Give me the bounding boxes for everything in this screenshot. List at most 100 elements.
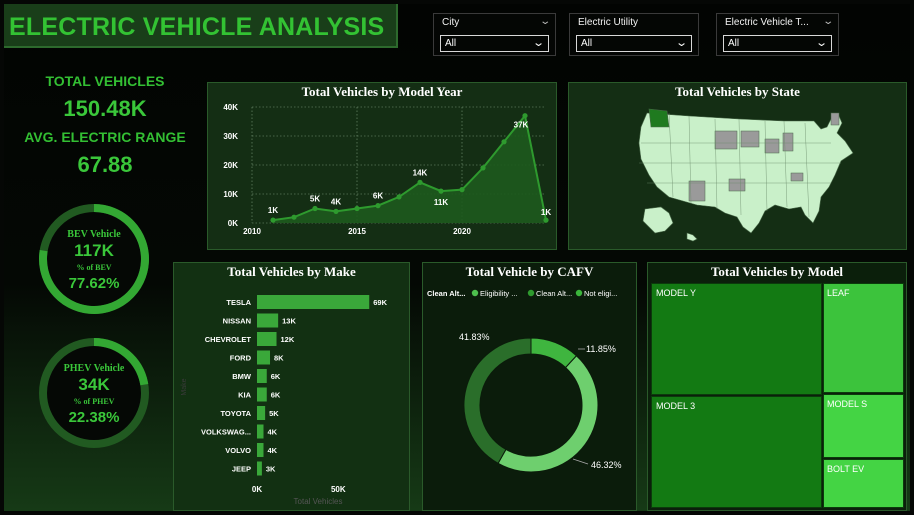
slice-label: 11.85% [586,344,616,354]
data-label: 4K [331,197,341,206]
data-point [417,179,423,185]
treemap-label-model-s: MODEL S [827,399,868,409]
chevron-down-icon[interactable]: ⌄ [675,36,688,49]
bar-category-label: KIA [238,391,252,400]
usa-map[interactable] [569,83,908,251]
map-gray-state [688,180,706,202]
treemap-tile-bolt-ev[interactable]: BOLT EV [823,459,904,508]
data-label: 37K [514,121,529,130]
state-map-panel[interactable]: Total Vehicles by State [568,82,907,250]
bar-value-label: 4K [268,428,278,437]
data-point [459,187,465,193]
chevron-down-icon[interactable]: ⌄ [815,36,828,49]
bev-pct-label: % of BEV [76,263,112,272]
bar-value-label: 12K [281,335,295,344]
legend-marker [575,289,583,297]
city-slicer-label: City [442,17,460,28]
city-slicer[interactable]: City ⌄ All ⌄ [433,13,556,56]
map-hawaii [686,232,698,242]
data-point [501,139,507,145]
map-gray-state [740,130,760,148]
legend-title: Clean Alt... [427,289,465,298]
bar-value-label: 13K [282,317,296,326]
bar-value-label: 6K [271,372,281,381]
chevron-down-icon[interactable]: ⌄ [532,36,545,49]
treemap-tile-model-y[interactable]: MODEL Y [651,283,822,395]
slice-label: 46.32% [591,460,622,470]
model-treemap-panel[interactable]: Total Vehicles by Model MODEL Y MODEL 3 … [647,262,907,511]
model-treemap-title: Total Vehicles by Model [710,264,844,279]
x-tick-label: 50K [331,485,346,494]
data-point [333,208,339,214]
model-year-chart: 0K 10K 20K 30K 40K 2010 2015 2020 1K 5K 4K 6K 14K 11K… [223,103,551,236]
ev-type-dropdown[interactable]: All ⌄ [723,35,832,52]
bar-category-label: VOLVO [225,446,251,455]
phev-ring-card[interactable]: PHEV Vehicle 34K % of PHEV 22.38% [36,335,152,451]
y-tick-label: 40K [223,103,238,112]
treemap-label-model-y: MODEL Y [656,288,697,298]
label-leader [572,458,589,465]
cafv-chart-panel[interactable]: Total Vehicle by CAFV Clean Alt... Eligib… [422,262,637,511]
data-point [312,205,318,212]
bar-category-label: NISSAN [223,317,251,326]
bar [257,369,267,383]
treemap-tile-leaf[interactable]: LEAF [823,283,904,393]
map-gray-state [728,178,746,192]
electric-utility-slicer[interactable]: Electric Utility All ⌄ [569,13,699,56]
bar-category-label: CHEVROLET [205,335,252,344]
make-chart-panel[interactable]: Total Vehicles by Make TESLA 69K NISSAN 13K… [173,262,410,511]
y-tick-label: 10K [223,190,238,199]
model-year-chart-panel[interactable]: Total Vehicles by Model Year 0K 10K 20K 30K… [207,82,557,250]
legend-marker [527,289,535,297]
treemap-tile-model-s[interactable]: MODEL S [823,394,904,458]
data-point [270,217,276,223]
data-point [438,188,444,194]
dashboard-title: ELECTRIC VEHICLE ANALYSIS [9,13,385,41]
x-tick-label: 0K [252,485,262,494]
bar [257,387,267,402]
bev-pct: 77.62% [68,275,120,292]
electric-utility-dropdown-value: All [581,38,593,49]
electric-utility-slicer-label: Electric Utility [578,17,639,28]
legend-marker [471,289,479,297]
chevron-down-icon[interactable]: ⌄ [822,16,834,27]
bev-ring-card[interactable]: BEV Vehicle 117K % of BEV 77.62% [36,201,152,317]
bar [257,332,277,346]
x-tick-label: 2010 [243,227,261,236]
data-point [396,194,402,200]
data-label: 6K [373,192,383,201]
city-dropdown[interactable]: All ⌄ [440,35,549,52]
bar-category-label: TOYOTA [220,409,251,418]
data-label: 14K [413,168,428,177]
ev-type-dropdown-value: All [728,38,740,49]
city-dropdown-value: All [445,38,457,49]
donut-slice [463,337,532,465]
bar-value-label: 69K [373,298,387,307]
bar [257,443,264,457]
bar [257,406,266,420]
bar [257,350,271,365]
avg-range-value: 67.88 [77,152,133,177]
y-tick-label: 30K [223,132,238,141]
map-gray-state [764,138,780,154]
treemap-label-leaf: LEAF [827,288,850,298]
donut-slice [530,337,578,369]
data-label: 5K [310,195,320,204]
map-gray-state [830,112,840,126]
ev-type-slicer[interactable]: Electric Vehicle T... ⌄ All ⌄ [716,13,839,56]
treemap-tile-model-3[interactable]: MODEL 3 [651,396,822,508]
data-label: 11K [434,198,448,207]
y-tick-label: 0K [228,219,238,228]
total-vehicles-value: 150.48K [63,96,147,121]
slice-label: 41.83% [459,332,490,342]
bar-value-label: 5K [269,409,279,418]
chevron-down-icon[interactable]: ⌄ [539,16,551,27]
ev-type-slicer-label: Electric Vehicle T... [725,17,809,28]
phev-count: 34K [78,375,110,394]
make-chart: TESLA 69K NISSAN 13K CHEVROLET 12K FORD 8K BMW 6K… [181,295,388,506]
bar-value-label: 4K [268,446,278,455]
data-label: 1K [268,206,278,215]
electric-utility-dropdown[interactable]: All ⌄ [576,35,692,52]
legend-item: Not eligi... [584,289,617,298]
total-vehicles-label: TOTAL VEHICLES [45,73,165,89]
